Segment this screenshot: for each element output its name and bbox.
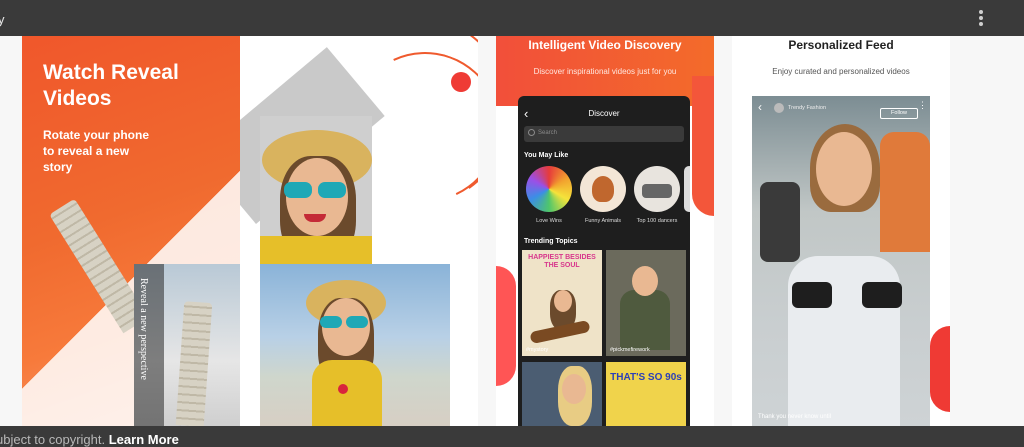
- copyright-notice: ubject to copyright. Learn More: [0, 432, 179, 447]
- category-circle-funny-animals[interactable]: [580, 166, 626, 212]
- woman-face: [816, 132, 872, 206]
- background-person: [880, 132, 930, 252]
- panel-title: Intelligent Video Discovery: [528, 38, 682, 52]
- trending-tile-pickmefirework[interactable]: #pickmefirework: [606, 250, 686, 356]
- red-dot: [451, 72, 471, 92]
- more-options-icon[interactable]: [978, 10, 984, 32]
- search-icon: [528, 129, 535, 136]
- screen-title: Discover: [588, 109, 620, 118]
- video-caption: Thank you never know until: [758, 414, 832, 420]
- dumbbell: [792, 282, 832, 308]
- category-circle-love-wins[interactable]: [526, 166, 572, 212]
- card-vertical-text: Reveal a new perspective: [138, 278, 149, 380]
- you-may-like-heading: You May Like: [524, 152, 569, 159]
- promo-panel-discovery[interactable]: Intelligent Video Discovery Discover ins…: [496, 36, 714, 426]
- reveal-photo-card: Reveal a new perspective: [134, 264, 240, 426]
- trending-tile-90s[interactable]: THAT'S SO 90s: [606, 362, 686, 426]
- username: Trendy Fashion: [788, 105, 827, 111]
- circle-label: Funny Animals: [584, 218, 622, 224]
- phone-screen-discover: ‹ Discover Search You May Like Love Wins…: [518, 96, 690, 426]
- trending-tile-mystory[interactable]: HAPPIEST BESIDES THE SOUL #mystory: [522, 250, 602, 356]
- screen-nav: ‹ Discover: [518, 106, 690, 126]
- tile-caption: #pickmefirework: [610, 347, 650, 353]
- gym-equipment: [760, 182, 800, 262]
- panel-headline: Watch Reveal Videos: [43, 61, 179, 110]
- follow-button[interactable]: Follow: [880, 108, 918, 119]
- circle-label: Top 100 dancers: [636, 218, 678, 224]
- circle-label: Love Wins: [536, 218, 562, 224]
- back-arrow-icon[interactable]: ‹: [758, 100, 762, 114]
- panel-subtitle: Enjoy curated and personalized videos: [772, 67, 910, 76]
- panel-subtitle: Discover inspirational videos just for y…: [533, 67, 677, 76]
- orange-shape: [692, 76, 714, 216]
- woman-sky-photo: [260, 264, 450, 426]
- woman-sunglasses-photo: [260, 116, 372, 264]
- tile-text: THAT'S SO 90s: [610, 372, 682, 383]
- truncated-title-glyph: y: [0, 12, 5, 27]
- top-bar: y: [0, 0, 1024, 36]
- search-input[interactable]: Search: [524, 126, 684, 142]
- tile-text: HAPPIEST BESIDES THE SOUL: [528, 254, 596, 269]
- panel-title: Personalized Feed: [788, 38, 894, 52]
- red-shape: [496, 266, 516, 386]
- trending-topics-heading: Trending Topics: [524, 238, 578, 245]
- feed-nav: ‹ Trendy Fashion Follow ⋮: [752, 100, 930, 119]
- more-options-icon[interactable]: ⋮: [918, 101, 927, 110]
- promo-panel-feed[interactable]: Personalized Feed Enjoy curated and pers…: [732, 36, 950, 426]
- promo-panel-rotate[interactable]: [240, 36, 478, 426]
- screenshot-strip: Watch Reveal Videos Rotate your phone to…: [0, 36, 1024, 426]
- phone-screen-feed: ‹ Trendy Fashion Follow ⋮ Thank you neve…: [752, 96, 930, 426]
- copyright-bar: ubject to copyright. Learn More: [0, 426, 1024, 447]
- panel-subtext: Rotate your phone to reveal a new story: [43, 128, 150, 174]
- tile-caption: #mystory: [526, 347, 549, 353]
- red-shape: [930, 326, 950, 412]
- trending-tile-singer[interactable]: [522, 362, 602, 426]
- category-circle-partial[interactable]: [684, 166, 690, 212]
- dumbbell: [862, 282, 902, 308]
- promo-panel-reveal[interactable]: Watch Reveal Videos Rotate your phone to…: [22, 36, 240, 426]
- tower-photo: [175, 301, 213, 426]
- category-circle-top-dancers[interactable]: [634, 166, 680, 212]
- learn-more-link[interactable]: Learn More: [109, 432, 179, 447]
- avatar[interactable]: [774, 103, 784, 113]
